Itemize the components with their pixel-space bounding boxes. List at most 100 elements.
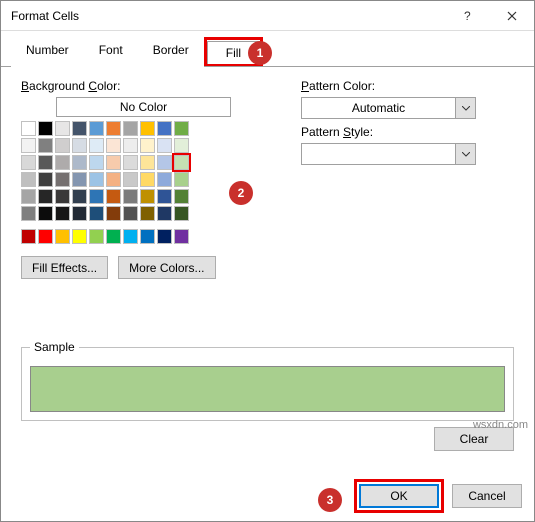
color-swatch[interactable]: [55, 206, 70, 221]
color-swatch[interactable]: [123, 189, 138, 204]
color-swatch[interactable]: [38, 138, 53, 153]
color-swatch[interactable]: [106, 229, 121, 244]
color-swatch[interactable]: [55, 121, 70, 136]
color-swatch[interactable]: [106, 206, 121, 221]
color-swatch[interactable]: [38, 229, 53, 244]
annotation-marker-2: 2: [229, 181, 253, 205]
color-swatch[interactable]: [72, 189, 87, 204]
color-swatch[interactable]: [55, 189, 70, 204]
color-swatch[interactable]: [72, 172, 87, 187]
tab-font[interactable]: Font: [84, 38, 138, 67]
tab-border[interactable]: Border: [138, 38, 204, 67]
format-cells-dialog: Format Cells ? Number Font Border Fill B…: [0, 0, 535, 522]
color-swatch[interactable]: [89, 172, 104, 187]
color-swatch[interactable]: [21, 155, 36, 170]
color-swatch[interactable]: [72, 138, 87, 153]
color-swatch[interactable]: [55, 155, 70, 170]
color-swatch[interactable]: [89, 189, 104, 204]
close-button[interactable]: [489, 1, 534, 31]
color-swatch[interactable]: [89, 229, 104, 244]
pattern-color-label: Pattern Color:: [301, 79, 514, 93]
color-swatch[interactable]: [140, 206, 155, 221]
no-color-button[interactable]: No Color: [56, 97, 231, 117]
color-swatch[interactable]: [38, 121, 53, 136]
dialog-footer: OK Cancel: [354, 479, 522, 513]
color-swatch[interactable]: [72, 206, 87, 221]
color-swatch[interactable]: [140, 172, 155, 187]
ok-button[interactable]: OK: [359, 484, 439, 508]
more-colors-button[interactable]: More Colors...: [118, 256, 215, 279]
color-swatch[interactable]: [55, 138, 70, 153]
color-swatch[interactable]: [38, 155, 53, 170]
color-swatch[interactable]: [140, 121, 155, 136]
color-swatch[interactable]: [174, 138, 189, 153]
color-swatch[interactable]: [174, 206, 189, 221]
color-swatch[interactable]: [123, 155, 138, 170]
color-swatch[interactable]: [174, 155, 189, 170]
pattern-color-select[interactable]: Automatic: [301, 97, 476, 119]
chevron-down-icon: [455, 98, 475, 118]
color-swatch[interactable]: [106, 189, 121, 204]
color-swatch[interactable]: [157, 206, 172, 221]
color-swatch[interactable]: [38, 189, 53, 204]
color-palette-theme: [21, 121, 261, 221]
sample-label: Sample: [30, 340, 79, 354]
color-swatch[interactable]: [174, 121, 189, 136]
color-swatch[interactable]: [89, 206, 104, 221]
color-swatch[interactable]: [55, 172, 70, 187]
bg-color-label: Background Color:: [21, 79, 261, 93]
color-swatch[interactable]: [21, 206, 36, 221]
color-swatch[interactable]: [38, 172, 53, 187]
color-swatch[interactable]: [106, 172, 121, 187]
color-swatch[interactable]: [123, 121, 138, 136]
tab-content: Background Color: No Color Fill Effects.…: [1, 67, 534, 467]
color-swatch[interactable]: [72, 155, 87, 170]
sample-group: Sample: [21, 347, 514, 421]
color-swatch[interactable]: [157, 121, 172, 136]
color-swatch[interactable]: [123, 229, 138, 244]
tab-number[interactable]: Number: [11, 38, 84, 67]
color-swatch[interactable]: [157, 155, 172, 170]
cancel-button[interactable]: Cancel: [452, 484, 522, 508]
pattern-style-select[interactable]: [301, 143, 476, 165]
color-swatch[interactable]: [174, 172, 189, 187]
sample-preview: [30, 366, 505, 412]
color-swatch[interactable]: [72, 229, 87, 244]
color-swatch[interactable]: [157, 172, 172, 187]
color-palette-standard: [21, 229, 261, 244]
color-swatch[interactable]: [174, 229, 189, 244]
color-swatch[interactable]: [140, 229, 155, 244]
color-swatch[interactable]: [72, 121, 87, 136]
color-swatch[interactable]: [21, 189, 36, 204]
color-swatch[interactable]: [106, 138, 121, 153]
color-swatch[interactable]: [123, 138, 138, 153]
fill-effects-button[interactable]: Fill Effects...: [21, 256, 108, 279]
color-swatch[interactable]: [174, 189, 189, 204]
color-swatch[interactable]: [123, 172, 138, 187]
color-swatch[interactable]: [38, 206, 53, 221]
color-swatch[interactable]: [21, 138, 36, 153]
color-swatch[interactable]: [140, 189, 155, 204]
color-swatch[interactable]: [21, 172, 36, 187]
svg-text:?: ?: [464, 11, 471, 21]
color-swatch[interactable]: [106, 155, 121, 170]
color-swatch[interactable]: [106, 121, 121, 136]
color-swatch[interactable]: [140, 155, 155, 170]
chevron-down-icon: [455, 144, 475, 164]
ok-button-highlight: OK: [354, 479, 444, 513]
color-swatch[interactable]: [157, 138, 172, 153]
color-swatch[interactable]: [89, 121, 104, 136]
help-button[interactable]: ?: [444, 1, 489, 31]
color-swatch[interactable]: [21, 121, 36, 136]
color-swatch[interactable]: [140, 138, 155, 153]
color-swatch[interactable]: [89, 138, 104, 153]
color-swatch[interactable]: [157, 189, 172, 204]
annotation-marker-1: 1: [248, 41, 272, 65]
pattern-color-value: Automatic: [302, 101, 455, 115]
color-swatch[interactable]: [123, 206, 138, 221]
watermark: wsxdn.com: [473, 419, 528, 431]
color-swatch[interactable]: [55, 229, 70, 244]
color-swatch[interactable]: [157, 229, 172, 244]
color-swatch[interactable]: [21, 229, 36, 244]
color-swatch[interactable]: [89, 155, 104, 170]
